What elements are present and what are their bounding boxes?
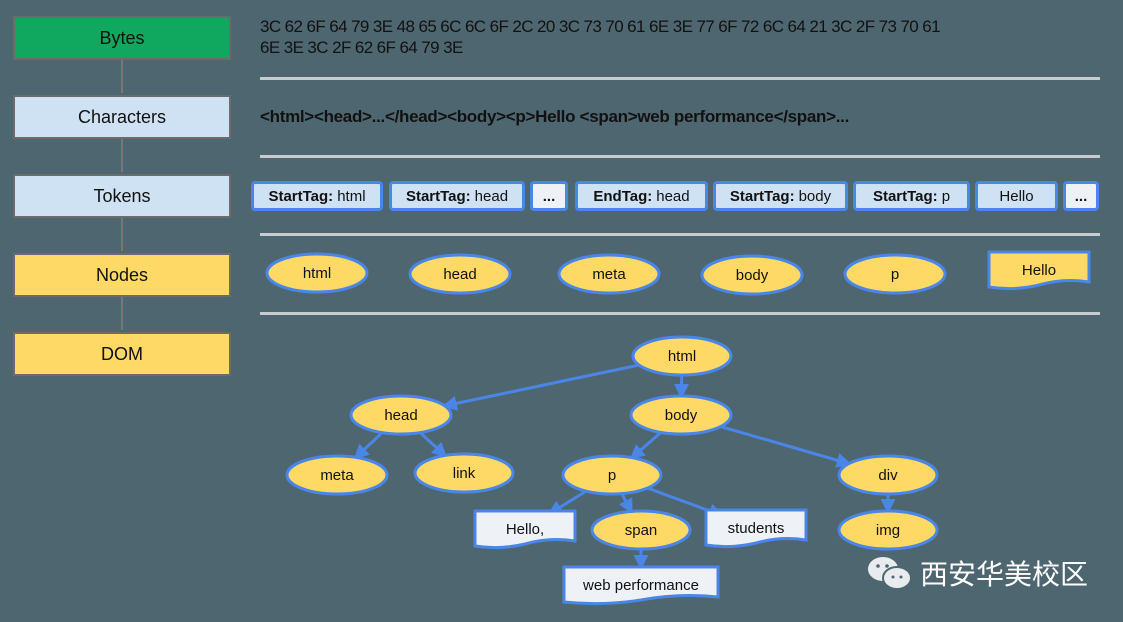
dom-node-body: body	[629, 394, 733, 436]
node-label: body	[736, 267, 769, 284]
dom-node-hello: Hello,	[473, 509, 577, 550]
node-label: web performance	[582, 577, 699, 594]
node-label: head	[443, 266, 476, 283]
wechat-icon	[868, 557, 912, 590]
node-label: students	[728, 520, 785, 537]
node-label: Hello	[1022, 262, 1056, 279]
node-label: div	[878, 467, 898, 484]
node-label: html	[303, 265, 331, 282]
node-label: html	[668, 348, 696, 365]
dom-node-img: img	[837, 509, 939, 551]
nodes-row-Hello: Hello	[987, 250, 1091, 291]
nodes-row-meta: meta	[557, 253, 661, 295]
edge-body-p	[629, 431, 662, 460]
nodes-row-body: body	[700, 254, 804, 296]
edge-head-meta	[353, 431, 384, 460]
node-label: p	[608, 467, 616, 484]
nodes-row-head: head	[408, 253, 512, 295]
dom-node-html: html	[631, 335, 733, 377]
dom-node-div: div	[837, 454, 939, 496]
nodes-row-html: html	[265, 252, 369, 294]
dom-diagram: html head meta body p Hello html head body meta li…	[121, 60, 1091, 606]
dom-node-span: span	[590, 509, 692, 551]
edge-head-link	[419, 431, 448, 458]
node-label: img	[876, 522, 900, 539]
dom-node-link: link	[413, 452, 515, 494]
watermark: 西安华美校区	[866, 553, 1088, 593]
node-label: Hello,	[506, 521, 544, 538]
dom-node-head: head	[349, 394, 453, 436]
node-label: p	[891, 266, 899, 283]
edge-html-head	[441, 363, 640, 411]
node-label: body	[665, 407, 698, 424]
node-label: span	[625, 522, 658, 539]
node-label: head	[384, 407, 417, 424]
node-label: meta	[592, 266, 626, 283]
edge-body-div	[720, 425, 852, 468]
nodes-row-p: p	[843, 253, 947, 295]
dom-node-p: p	[561, 454, 663, 496]
edge-p-span	[618, 492, 633, 515]
dom-node-meta: meta	[285, 454, 389, 496]
node-label: link	[453, 465, 476, 482]
dom-node-students: students	[704, 508, 808, 549]
node-label: meta	[320, 467, 354, 484]
dom-node-webperf: web performance	[562, 565, 720, 606]
watermark-text: 西安华美校区	[920, 558, 1089, 591]
